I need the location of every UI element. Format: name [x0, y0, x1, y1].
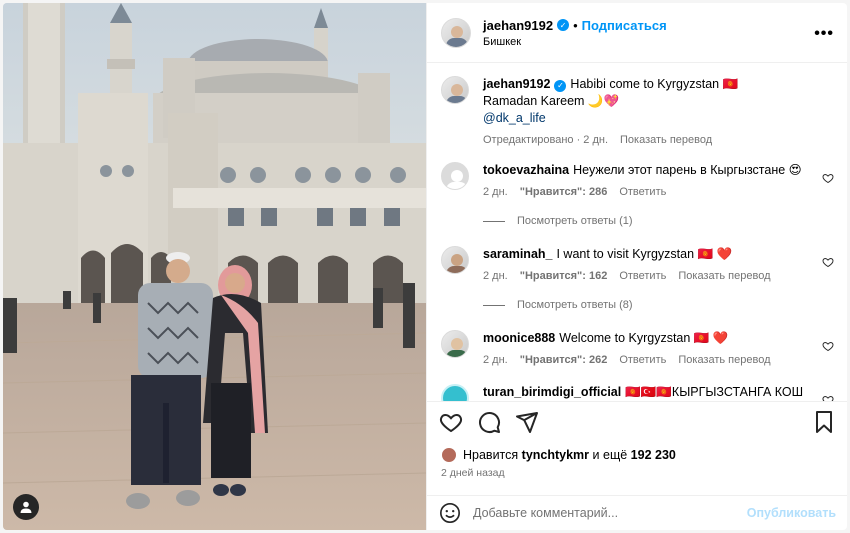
caption: jaehan9192 ✓ Habibi come to Kyrgyzstan 🇰🇬 …: [441, 76, 834, 146]
author-avatar[interactable]: [441, 17, 471, 48]
verified-badge-icon: ✓: [557, 19, 570, 31]
caption-mention[interactable]: @dk_a_life: [483, 110, 834, 127]
window-frame: jaehan9192 ✓ • Подписаться Бишкек ••• ja…: [0, 0, 850, 533]
comment-item: turan_birimdigi_official 🇰🇬🇹🇷🇰🇬КЫРГЫЗСТАН…: [441, 384, 834, 401]
comment-like-heart-icon[interactable]: [822, 172, 834, 184]
publish-button[interactable]: Опубликовать: [747, 506, 836, 520]
comment-text: 🇰🇬🇹🇷🇰🇬КЫРГЫЗСТАНГА КОШ: [625, 385, 804, 399]
follow-button[interactable]: Подписаться: [582, 18, 667, 33]
caption-translate-link[interactable]: Показать перевод: [620, 134, 712, 146]
likes-middle: и ещё: [592, 448, 628, 462]
author-username[interactable]: jaehan9192: [483, 18, 553, 33]
comment-translate-link[interactable]: Показать перевод: [678, 270, 770, 282]
comments-list[interactable]: jaehan9192 ✓ Habibi come to Kyrgyzstan 🇰🇬 …: [427, 64, 847, 401]
comment-like-heart-icon[interactable]: [822, 394, 834, 401]
post-modal: jaehan9192 ✓ • Подписаться Бишкек ••• ja…: [3, 3, 847, 530]
comment-avatar[interactable]: [441, 246, 469, 274]
caption-author-avatar[interactable]: [441, 76, 469, 104]
comment-likes[interactable]: "Нравится": 286: [520, 186, 608, 198]
caption-line-2: Ramadan Kareem 🌙💖: [483, 94, 620, 108]
like-heart-icon[interactable]: [439, 410, 463, 434]
comment-item: moonice888 Welcome to Kyrgyzstan 🇰🇬 ❤️ 2 …: [441, 330, 834, 366]
caption-edited-time: Отредактировано · 2 дн.: [483, 134, 609, 146]
caption-author[interactable]: jaehan9192: [483, 77, 550, 91]
add-comment-bar: Опубликовать: [427, 495, 847, 530]
comment-item: tokoevazhaina Неужели этот парень в Кыргы…: [441, 162, 834, 198]
comment-time: 2 дн.: [483, 354, 508, 366]
comment-author[interactable]: moonice888: [483, 331, 555, 345]
post-header: jaehan9192 ✓ • Подписаться Бишкек •••: [427, 3, 847, 63]
comment-text: Неужели этот парень в Кыргызстане 😍: [573, 163, 802, 177]
likes-prefix: Нравится: [463, 448, 519, 462]
comment-avatar[interactable]: [441, 330, 469, 358]
likes-count[interactable]: 192 230: [631, 448, 676, 462]
replies-divider-line: [483, 220, 505, 222]
mosque-photo-image: [3, 3, 426, 530]
replies-divider-line: [483, 304, 505, 306]
view-replies-label: Посмотреть ответы (8): [517, 299, 633, 311]
post-details-panel: jaehan9192 ✓ • Подписаться Бишкек ••• ja…: [426, 3, 847, 530]
likes-user[interactable]: tynchtykmr: [522, 448, 589, 462]
view-replies-label: Посмотреть ответы (1): [517, 215, 633, 227]
post-location[interactable]: Бишкек: [483, 36, 667, 48]
view-replies-toggle[interactable]: Посмотреть ответы (8): [483, 299, 633, 311]
emoji-smiley-icon[interactable]: [439, 502, 461, 524]
comment-time: 2 дн.: [483, 186, 508, 198]
liker-avatar: [441, 447, 457, 463]
more-options-icon[interactable]: •••: [814, 25, 834, 43]
verified-badge-icon: ✓: [554, 79, 567, 92]
comment-text: Welcome to Kyrgyzstan 🇰🇬 ❤️: [559, 331, 729, 345]
tagged-users-button[interactable]: [13, 494, 39, 520]
caption-line-1: Habibi come to Kyrgyzstan 🇰🇬: [570, 77, 739, 91]
post-actions: Нравится tynchtykmr и ещё 192 230 2 дней…: [427, 401, 847, 495]
save-bookmark-icon[interactable]: [812, 410, 836, 434]
comment-bubble-icon[interactable]: [477, 410, 501, 434]
view-replies-toggle[interactable]: Посмотреть ответы (1): [483, 215, 633, 227]
comment-like-heart-icon[interactable]: [822, 256, 834, 268]
comment-reply-link[interactable]: Ответить: [619, 354, 666, 366]
likes-summary[interactable]: Нравится tynchtykmr и ещё 192 230: [441, 447, 676, 463]
comment-reply-link[interactable]: Ответить: [619, 186, 666, 198]
separator-dot: •: [573, 17, 578, 33]
share-send-icon[interactable]: [515, 410, 539, 434]
comment-time: 2 дн.: [483, 270, 508, 282]
comment-avatar[interactable]: [441, 384, 469, 401]
comment-author[interactable]: saraminah_: [483, 247, 552, 261]
post-timestamp: 2 дней назад: [441, 467, 505, 479]
comment-reply-link[interactable]: Ответить: [619, 270, 666, 282]
user-tag-icon: [20, 501, 32, 513]
post-photo[interactable]: [3, 3, 426, 530]
comment-likes[interactable]: "Нравится": 162: [520, 270, 608, 282]
comment-avatar[interactable]: [441, 162, 469, 190]
comment-input[interactable]: [473, 506, 747, 520]
comment-author[interactable]: tokoevazhaina: [483, 163, 569, 177]
comment-like-heart-icon[interactable]: [822, 340, 834, 352]
comment-item: saraminah_ I want to visit Kyrgyzstan 🇰🇬 …: [441, 246, 834, 282]
comment-author[interactable]: turan_birimdigi_official: [483, 385, 621, 399]
comment-likes[interactable]: "Нравится": 262: [520, 354, 608, 366]
comment-text: I want to visit Kyrgyzstan 🇰🇬 ❤️: [556, 247, 733, 261]
comment-translate-link[interactable]: Показать перевод: [678, 354, 770, 366]
